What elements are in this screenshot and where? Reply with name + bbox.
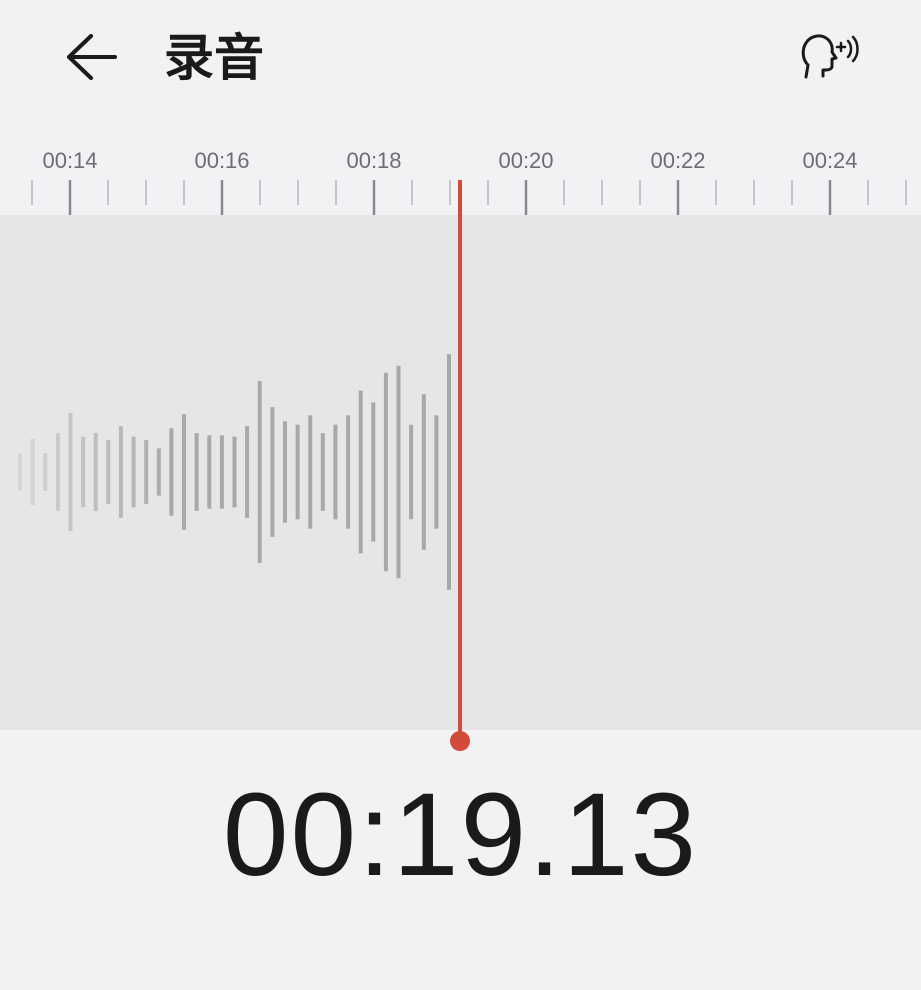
ruler-label: 00:14 (42, 148, 97, 173)
voice-enhance-icon (801, 34, 859, 79)
back-button[interactable] (52, 22, 130, 92)
ruler-label: 00:20 (498, 148, 553, 173)
recording-timer: 00:19.13 (222, 769, 699, 901)
arrow-left-icon (67, 34, 117, 80)
recorder-screen: 录音 00:14 00:16 00:18 00:20 00:22 00:24 00:19.… (0, 0, 921, 990)
waveform-area (0, 215, 921, 730)
voice-enhance-button[interactable] (792, 26, 868, 86)
ruler-label: 00:22 (650, 148, 705, 173)
ruler-label: 00:16 (194, 148, 249, 173)
playhead-handle (450, 731, 470, 751)
time-ruler[interactable]: 00:14 00:16 00:18 00:20 00:22 00:24 (0, 120, 921, 215)
ruler-label: 00:24 (802, 148, 857, 173)
page-title: 录音 (164, 29, 264, 87)
header: 录音 (0, 0, 921, 120)
ruler-label: 00:18 (346, 148, 401, 173)
